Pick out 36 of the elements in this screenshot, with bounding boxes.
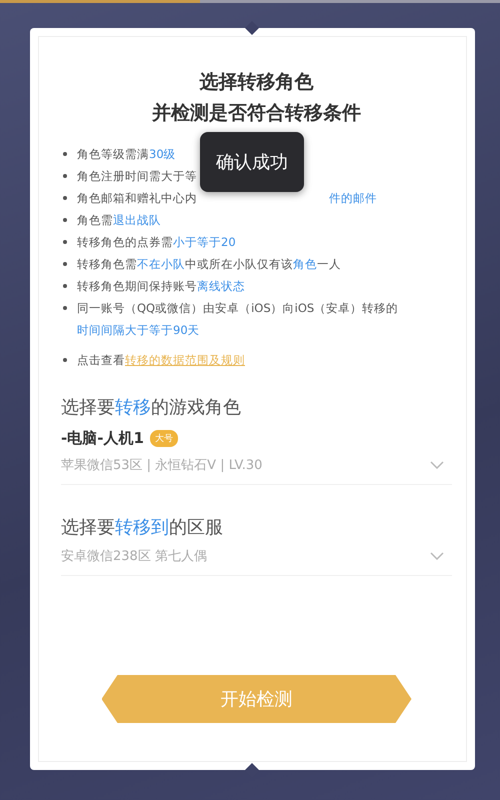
text-link[interactable]: 30级 xyxy=(149,143,176,165)
tag: 大号 xyxy=(150,430,178,447)
text-link[interactable]: 小于等于20 xyxy=(173,231,236,253)
start-check-button[interactable]: 开始检测 xyxy=(102,675,412,723)
bullet-icon xyxy=(63,262,67,266)
bullet-icon xyxy=(63,174,67,178)
bullet-icon xyxy=(63,284,67,288)
rule-text: 转移角色的点券需 xyxy=(77,234,173,251)
bullet-icon xyxy=(63,240,67,244)
text-link[interactable]: 退出战队 xyxy=(113,209,161,231)
dialog-title: 选择转移角色 并检测是否符合转移条件 xyxy=(151,70,362,126)
bullet-icon xyxy=(63,306,67,310)
bullet-icon xyxy=(63,152,67,156)
rule-text: 角色等级需满 xyxy=(77,146,149,163)
character-name: -电脑-人机1 xyxy=(61,429,144,448)
rule-text: 角色注册时间需大于等 xyxy=(77,168,197,185)
text-link[interactable]: 转移的数据范围及规则 xyxy=(125,349,245,371)
section-heading: 选择要转移的游戏角色 xyxy=(61,396,242,419)
rule-text: 角色需 xyxy=(77,212,113,229)
toast-message: 确认成功 xyxy=(200,132,304,192)
bullet-icon xyxy=(63,218,67,222)
dropdown-value[interactable]: 苹果微信53区 | 永恒钻石V | LV.30 xyxy=(61,456,262,474)
bullet-icon xyxy=(63,358,67,362)
bullet-icon xyxy=(63,196,67,200)
rule-text: 同一账号（QQ或微信）由安卓（iOS）向iOS（安卓）转移的 xyxy=(77,300,398,317)
rule-text: 点击查看 xyxy=(77,352,125,369)
text-link[interactable]: 时间间隔大于等于90天 xyxy=(77,319,200,341)
section-heading: 选择要转移到的区服 xyxy=(61,516,224,539)
text-link[interactable]: 离线状态 xyxy=(197,275,245,297)
chevron-down-icon[interactable] xyxy=(430,552,444,560)
rule-text: 转移角色期间保持账号 xyxy=(77,278,197,295)
chevron-down-icon[interactable] xyxy=(430,461,444,469)
dropdown-value[interactable]: 安卓微信238区 第七人偶 xyxy=(61,547,207,565)
text-link[interactable]: 件的邮件 xyxy=(329,187,377,209)
rule-text: 转移角色需不在小队中或所在小队仅有该角色一人 xyxy=(77,256,341,273)
rule-text: 角色邮箱和赠礼中心内 xyxy=(77,190,197,207)
